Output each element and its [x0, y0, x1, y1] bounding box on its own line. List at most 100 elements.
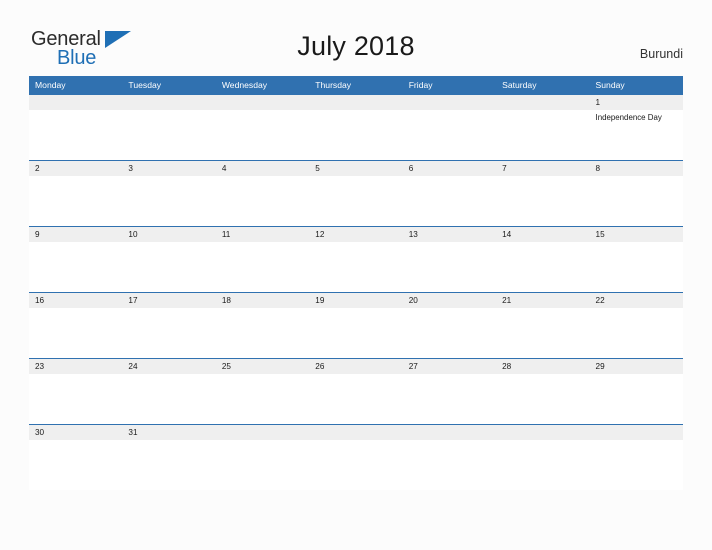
week-date-band: 16 17 18 19 20 21 22: [29, 293, 683, 308]
day-number[interactable]: 1: [590, 95, 683, 110]
page-title: July 2018: [297, 31, 415, 61]
day-number[interactable]: 8: [590, 161, 683, 176]
day-number[interactable]: 31: [122, 425, 215, 440]
weekday-header-monday: Monday: [35, 80, 66, 90]
day-cell[interactable]: [122, 308, 215, 358]
week-event-band: [29, 242, 683, 292]
day-cell[interactable]: [29, 242, 122, 292]
week-row: 9 10 11 12 13 14 15: [29, 226, 683, 292]
day-number[interactable]: 27: [403, 359, 496, 374]
day-number[interactable]: 24: [122, 359, 215, 374]
day-cell[interactable]: [122, 374, 215, 424]
day-number[interactable]: 22: [590, 293, 683, 308]
day-cell[interactable]: [29, 176, 122, 226]
day-cell[interactable]: [122, 176, 215, 226]
day-number[interactable]: 16: [29, 293, 122, 308]
day-cell[interactable]: [309, 308, 402, 358]
day-number[interactable]: 12: [309, 227, 402, 242]
day-cell[interactable]: [403, 176, 496, 226]
day-number[interactable]: 4: [216, 161, 309, 176]
day-cell[interactable]: [122, 440, 215, 490]
day-number[interactable]: 26: [309, 359, 402, 374]
day-number[interactable]: 21: [496, 293, 589, 308]
day-cell[interactable]: [590, 440, 683, 490]
day-cell[interactable]: [403, 440, 496, 490]
day-number[interactable]: 6: [403, 161, 496, 176]
day-cell[interactable]: [309, 242, 402, 292]
day-cell[interactable]: [29, 374, 122, 424]
day-cell[interactable]: [216, 374, 309, 424]
day-cell[interactable]: [216, 308, 309, 358]
day-cell[interactable]: [309, 374, 402, 424]
day-number[interactable]: 18: [216, 293, 309, 308]
weekday-header-tuesday: Tuesday: [128, 80, 162, 90]
day-cell[interactable]: [309, 110, 402, 160]
day-cell[interactable]: [496, 110, 589, 160]
day-cell[interactable]: [403, 374, 496, 424]
day-number[interactable]: 15: [590, 227, 683, 242]
country-label: Burundi: [639, 47, 683, 61]
week-event-band: Independence Day: [29, 110, 683, 160]
day-number[interactable]: 3: [122, 161, 215, 176]
day-cell[interactable]: [122, 110, 215, 160]
day-number[interactable]: [496, 95, 589, 110]
day-number[interactable]: [216, 425, 309, 440]
holiday-independence-day[interactable]: Independence Day: [590, 110, 683, 160]
day-number[interactable]: 5: [309, 161, 402, 176]
day-cell[interactable]: [216, 242, 309, 292]
day-number[interactable]: 30: [29, 425, 122, 440]
day-cell[interactable]: [216, 440, 309, 490]
day-cell[interactable]: [590, 374, 683, 424]
day-number[interactable]: 23: [29, 359, 122, 374]
day-number[interactable]: 20: [403, 293, 496, 308]
day-cell[interactable]: [403, 308, 496, 358]
day-cell[interactable]: [29, 110, 122, 160]
day-number[interactable]: 11: [216, 227, 309, 242]
day-number[interactable]: 14: [496, 227, 589, 242]
week-date-band: 23 24 25 26 27 28 29: [29, 359, 683, 374]
day-cell[interactable]: [496, 440, 589, 490]
day-number[interactable]: 17: [122, 293, 215, 308]
day-number[interactable]: [122, 95, 215, 110]
day-cell[interactable]: [496, 374, 589, 424]
day-cell[interactable]: [29, 440, 122, 490]
day-number[interactable]: 7: [496, 161, 589, 176]
weekday-header-sunday: Sunday: [595, 80, 625, 90]
day-number[interactable]: 29: [590, 359, 683, 374]
day-cell[interactable]: [309, 176, 402, 226]
day-number[interactable]: 10: [122, 227, 215, 242]
day-number[interactable]: [496, 425, 589, 440]
week-row: 23 24 25 26 27 28 29: [29, 358, 683, 424]
week-row: 30 31: [29, 424, 683, 490]
day-number[interactable]: [590, 425, 683, 440]
day-cell[interactable]: [496, 308, 589, 358]
day-number[interactable]: 9: [29, 227, 122, 242]
day-cell[interactable]: [122, 242, 215, 292]
day-number[interactable]: 28: [496, 359, 589, 374]
day-number[interactable]: 2: [29, 161, 122, 176]
week-date-band: 9 10 11 12 13 14 15: [29, 227, 683, 242]
day-cell[interactable]: [216, 176, 309, 226]
day-cell[interactable]: [590, 308, 683, 358]
day-number[interactable]: [309, 95, 402, 110]
day-number[interactable]: [29, 95, 122, 110]
day-number[interactable]: [403, 95, 496, 110]
weekday-header-thursday: Thursday: [315, 80, 352, 90]
day-number[interactable]: [403, 425, 496, 440]
day-number[interactable]: 19: [309, 293, 402, 308]
day-cell[interactable]: [29, 308, 122, 358]
day-cell[interactable]: [403, 110, 496, 160]
day-cell[interactable]: [496, 242, 589, 292]
day-cell[interactable]: [496, 176, 589, 226]
day-cell[interactable]: [309, 440, 402, 490]
page-header: General Blue July 2018 Burundi: [0, 0, 712, 76]
day-number[interactable]: [216, 95, 309, 110]
day-cell[interactable]: [216, 110, 309, 160]
day-cell[interactable]: [403, 242, 496, 292]
day-number[interactable]: 13: [403, 227, 496, 242]
week-event-band: [29, 308, 683, 358]
day-number[interactable]: [309, 425, 402, 440]
day-cell[interactable]: [590, 176, 683, 226]
day-cell[interactable]: [590, 242, 683, 292]
day-number[interactable]: 25: [216, 359, 309, 374]
